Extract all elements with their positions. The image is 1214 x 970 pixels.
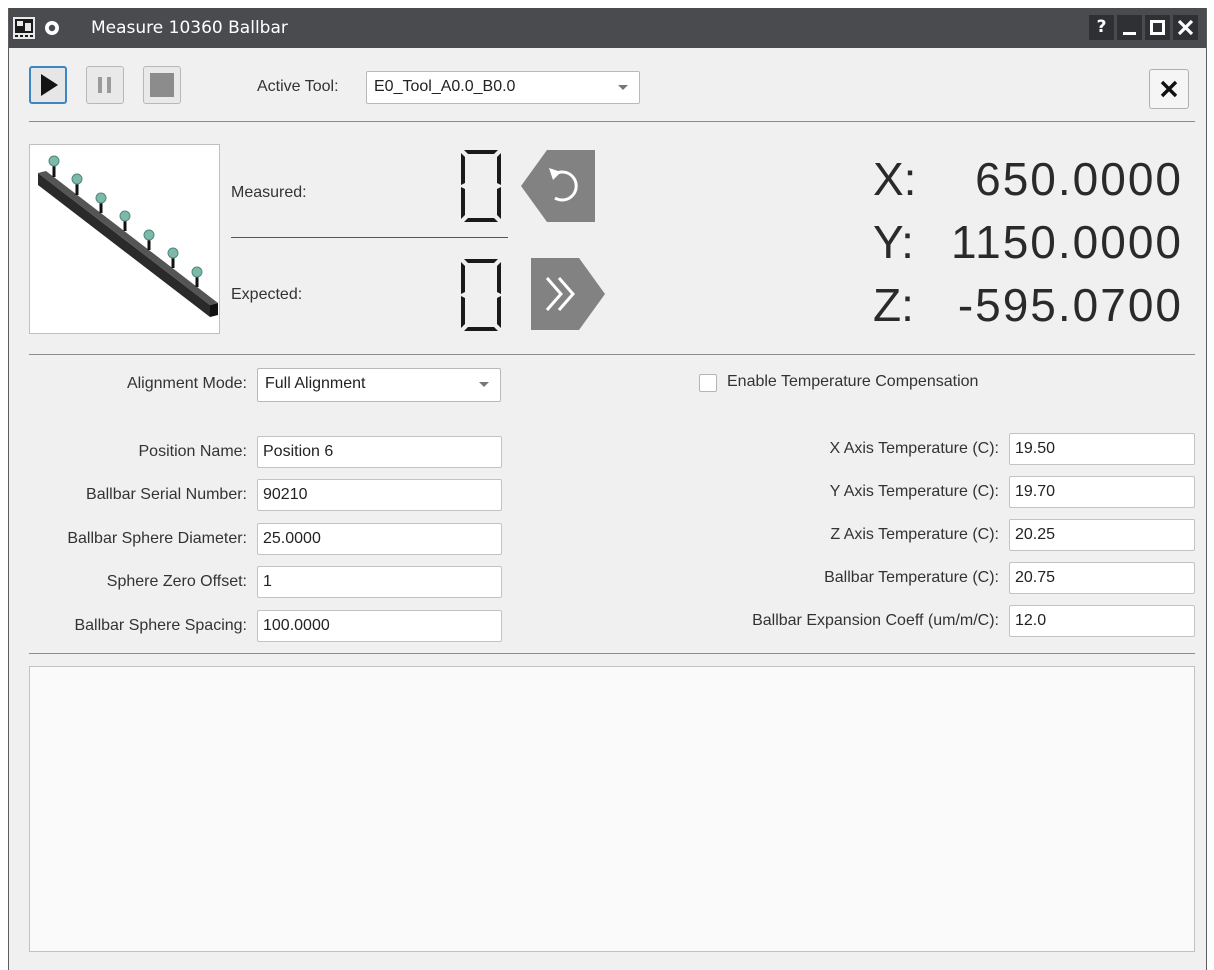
- sphere-spacing-label: Ballbar Sphere Spacing:: [74, 617, 247, 634]
- active-tool-dropdown[interactable]: E0_Tool_A0.0_B0.0: [366, 71, 640, 104]
- alignment-mode-value: Full Alignment: [265, 375, 366, 392]
- serial-number-label: Ballbar Serial Number:: [86, 486, 247, 503]
- measure-ballbar-window: Measure 10360 Ballbar ? Active Tool: E0_…: [8, 8, 1207, 970]
- pause-button[interactable]: [86, 66, 124, 104]
- expansion-coeff-field[interactable]: 12.0: [1009, 605, 1195, 637]
- title-bar: Measure 10360 Ballbar ?: [9, 8, 1206, 48]
- close-icon: [1160, 80, 1178, 98]
- z-temperature-label: Z Axis Temperature (C):: [830, 526, 999, 543]
- active-tool-label: Active Tool:: [257, 78, 339, 95]
- expected-label: Expected:: [231, 286, 303, 303]
- ballbar-temperature-field[interactable]: 20.75: [1009, 562, 1195, 594]
- maximize-icon: [1150, 20, 1165, 35]
- maximize-button[interactable]: [1145, 15, 1170, 40]
- x-temperature-label: X Axis Temperature (C):: [829, 440, 999, 457]
- sphere-diameter-label: Ballbar Sphere Diameter:: [67, 530, 247, 547]
- alignment-mode-dropdown[interactable]: Full Alignment: [257, 368, 501, 402]
- z-coordinate: Z: -595.0700: [873, 278, 1183, 332]
- temperature-compensation-checkbox[interactable]: [699, 374, 717, 392]
- chevron-down-icon: [479, 382, 489, 387]
- x-coordinate: X: 650.0000: [873, 152, 1183, 206]
- temperature-compensation-label: Enable Temperature Compensation: [727, 373, 979, 390]
- position-name-label: Position Name:: [138, 443, 248, 460]
- z-axis-label: Z:: [873, 279, 914, 331]
- close-panel-button[interactable]: [1149, 69, 1189, 109]
- minimize-button[interactable]: [1117, 15, 1142, 40]
- help-button[interactable]: ?: [1089, 15, 1114, 40]
- stop-button[interactable]: [143, 66, 181, 104]
- rewind-reset-icon[interactable]: [521, 150, 596, 222]
- z-axis-value: -595.0700: [957, 279, 1183, 331]
- measured-label: Measured:: [231, 184, 307, 201]
- ballbar-illustration: [38, 155, 218, 317]
- expected-digit-display: [461, 259, 501, 331]
- y-axis-value: 1150.0000: [950, 216, 1183, 268]
- window-close-button[interactable]: [1173, 15, 1198, 40]
- x-axis-value: 650.0000: [975, 153, 1183, 205]
- minimize-icon: [1123, 32, 1136, 35]
- y-temperature-label: Y Axis Temperature (C):: [829, 483, 999, 500]
- alignment-mode-label: Alignment Mode:: [126, 375, 247, 392]
- play-button[interactable]: [29, 66, 67, 104]
- close-icon: [1177, 19, 1194, 36]
- active-tool-value: E0_Tool_A0.0_B0.0: [374, 78, 516, 95]
- x-axis-label: X:: [873, 153, 917, 205]
- sphere-diameter-field[interactable]: 25.0000: [257, 523, 502, 555]
- y-temperature-field[interactable]: 19.70: [1009, 476, 1195, 508]
- y-coordinate: Y: 1150.0000: [873, 215, 1183, 269]
- ballbar-temperature-label: Ballbar Temperature (C):: [824, 569, 999, 586]
- settings-icon[interactable]: [42, 18, 62, 38]
- output-log-area[interactable]: [29, 666, 1195, 952]
- separator: [29, 653, 1195, 654]
- position-name-field[interactable]: Position 6: [257, 436, 502, 468]
- z-temperature-field[interactable]: 20.25: [1009, 519, 1195, 551]
- x-temperature-field[interactable]: 19.50: [1009, 433, 1195, 465]
- ballbar-image-frame: [29, 144, 220, 334]
- app-icon[interactable]: [13, 17, 35, 39]
- separator: [29, 121, 1195, 122]
- play-icon: [41, 74, 58, 96]
- counter-separator: [231, 237, 508, 238]
- fast-forward-icon[interactable]: [531, 258, 606, 330]
- measured-digit-display: [461, 150, 501, 222]
- window-title: Measure 10360 Ballbar: [91, 18, 288, 38]
- serial-number-field[interactable]: 90210: [257, 479, 502, 511]
- zero-offset-label: Sphere Zero Offset:: [106, 573, 247, 590]
- sphere-spacing-field[interactable]: 100.0000: [257, 610, 502, 642]
- pause-icon: [98, 77, 111, 93]
- y-axis-label: Y:: [873, 216, 914, 268]
- stop-icon: [150, 73, 174, 97]
- zero-offset-field[interactable]: 1: [257, 566, 502, 598]
- expansion-coeff-label: Ballbar Expansion Coeff (um/m/C):: [752, 612, 999, 629]
- separator: [29, 354, 1195, 355]
- chevron-down-icon: [618, 85, 628, 90]
